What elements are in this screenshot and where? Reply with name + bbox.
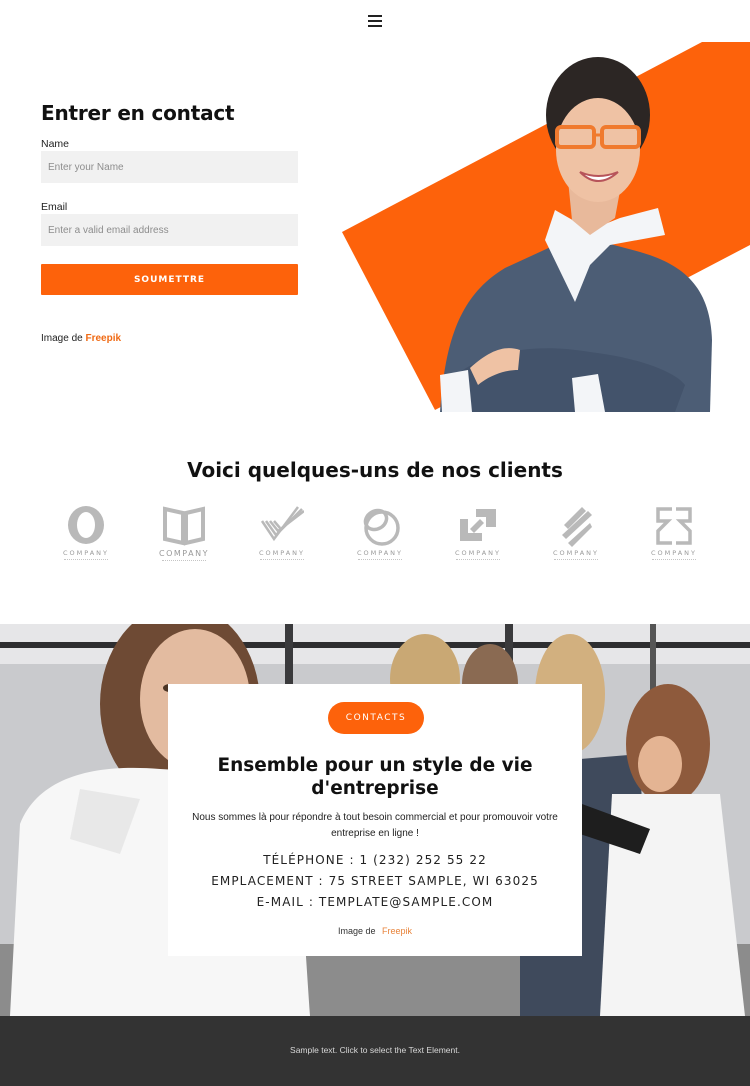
client-logo[interactable]: COMPANY: [349, 505, 411, 570]
businesswoman-illustration: [342, 42, 750, 412]
card-title: Ensemble pour un style de vie d'entrepri…: [217, 755, 533, 799]
menu-bar: [368, 15, 382, 17]
left-cuff: [440, 370, 472, 412]
submit-button[interactable]: SOUMETTRE: [41, 264, 298, 295]
logo-label: COMPANY: [356, 549, 404, 557]
stepped-squares-logo-icon: [460, 509, 496, 541]
footer: Sample text. Click to select the Text El…: [0, 1016, 750, 1086]
contact-card: CONTACTS Ensemble pour un style de vie d…: [168, 684, 582, 956]
diagonal-bars-logo-icon: [562, 507, 592, 547]
credit-prefix: Image de: [337, 926, 376, 936]
email-text: E-MAIL : TEMPLATE@SAMPLE.COM: [256, 895, 494, 909]
interlocking-circles-logo-icon: [363, 508, 400, 546]
logo-label: COMPANY: [552, 549, 600, 557]
phone-text: TÉLÉPHONE : 1 (232) 252 55 22: [263, 853, 487, 867]
freepik-link[interactable]: Freepik: [85, 333, 121, 344]
client-logo[interactable]: COMPANY: [447, 505, 509, 570]
open-book-logo-icon: [163, 506, 205, 546]
client-logos: COMPANY COMPANY COMPANY COMPANY COMPANY …: [55, 505, 705, 570]
email-label: Email: [41, 201, 68, 213]
hero-image: [340, 40, 750, 415]
card-description: Nous sommes là pour répondre à tout beso…: [192, 812, 558, 839]
image-credit: Image de Freepik: [41, 333, 121, 344]
client-logo[interactable]: COMPANY: [643, 505, 705, 570]
menu-bar: [368, 25, 382, 27]
logo-label: COMPANY: [258, 549, 306, 557]
client-logo[interactable]: COMPANY: [55, 505, 117, 570]
email-input[interactable]: [41, 214, 298, 246]
hamburger-menu-icon[interactable]: [368, 15, 382, 27]
contacts-button[interactable]: CONTACTS: [328, 702, 424, 734]
logo-label: COMPANY: [454, 549, 502, 557]
clients-title: Voici quelques-uns de nos clients: [187, 458, 563, 482]
freepik-link[interactable]: Freepik: [382, 926, 412, 936]
credit-prefix: Image de: [41, 333, 83, 344]
striped-v-logo-icon: [260, 506, 304, 542]
mirrored-brackets-logo-icon: [656, 507, 692, 545]
logo-label: COMPANY: [159, 549, 209, 558]
card-image-credit: Image de Freepik: [168, 926, 582, 936]
name-label: Name: [41, 138, 70, 150]
logo-label: COMPANY: [650, 549, 698, 557]
client-logo[interactable]: COMPANY: [545, 505, 607, 570]
client-logo[interactable]: COMPANY: [251, 505, 313, 570]
face: [556, 98, 640, 202]
client-logo[interactable]: COMPANY: [153, 505, 215, 570]
contact-title: Entrer en contact: [41, 101, 235, 125]
logo-label: COMPANY: [62, 549, 110, 557]
oval-ring-logo-icon: [68, 506, 104, 544]
footer-text[interactable]: Sample text. Click to select the Text El…: [0, 1045, 750, 1055]
menu-bar: [368, 20, 382, 22]
location-text: EMPLACEMENT : 75 STREET SAMPLE, WI 63025: [211, 874, 539, 888]
name-input[interactable]: [41, 151, 298, 183]
